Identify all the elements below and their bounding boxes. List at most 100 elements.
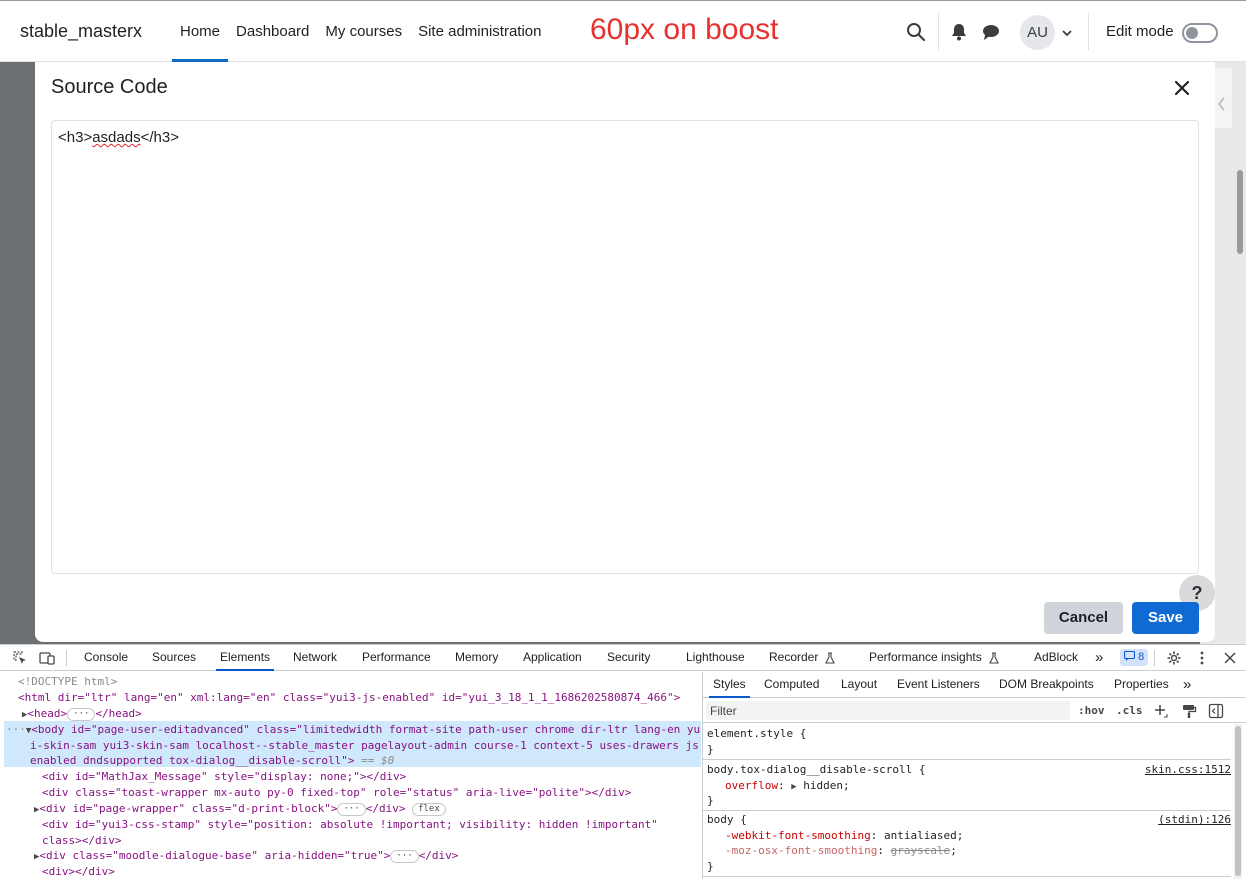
tab-memory[interactable]: Memory xyxy=(455,645,498,670)
dom-node-body-cont: enabled dndsupported tox-dialog__disable… xyxy=(30,753,394,769)
tag-text: <div class="moodle-dialogue-base" aria-h… xyxy=(39,849,391,862)
code-text-misspelled: asdads xyxy=(92,129,141,146)
flex-badge[interactable]: flex xyxy=(412,803,446,816)
cancel-button[interactable]: Cancel xyxy=(1044,602,1123,634)
nav-site-administration[interactable]: Site administration xyxy=(410,1,549,62)
rule-source-link[interactable]: skin.css:1512 xyxy=(1145,762,1231,778)
search-icon[interactable] xyxy=(906,22,926,42)
tab-styles[interactable]: Styles xyxy=(709,672,750,698)
style-declaration[interactable]: -webkit-font-smoothing: antialiased; xyxy=(725,828,963,844)
chat-icon[interactable] xyxy=(981,22,1001,42)
dom-node-toast[interactable]: <div class="toast-wrapper mx-auto py-0 f… xyxy=(42,785,631,801)
style-declaration-overridden[interactable]: -moz-osx-font-smoothing: grayscale; xyxy=(725,843,957,859)
settings-gear-icon[interactable] xyxy=(1166,650,1182,666)
code-text: </h3> xyxy=(140,129,179,146)
tab-recorder[interactable]: Recorder xyxy=(769,645,818,670)
flask-icon xyxy=(825,652,835,664)
tab-properties[interactable]: Properties xyxy=(1114,672,1169,697)
close-devtools-icon[interactable] xyxy=(1222,650,1238,666)
issues-count: 8 xyxy=(1138,651,1145,663)
tab-performance[interactable]: Performance xyxy=(362,645,431,670)
styles-filter-input[interactable] xyxy=(706,701,1070,720)
rule-divider xyxy=(703,876,1231,877)
tag-text: <body id="page-user-editadvanced" class=… xyxy=(31,723,701,736)
more-tabs-button[interactable]: » xyxy=(1095,645,1103,670)
collapsed-ellipsis[interactable]: ··· xyxy=(67,708,96,721)
new-style-rule-icon[interactable] xyxy=(1153,703,1169,719)
style-declaration[interactable]: overflow: ▶ hidden; xyxy=(725,778,850,796)
rule-divider xyxy=(703,810,1231,811)
tab-event-listeners[interactable]: Event Listeners xyxy=(897,672,980,697)
tab-computed[interactable]: Computed xyxy=(764,672,819,697)
dom-node-html[interactable]: <html dir="ltr" lang="en" xml:lang="en" … xyxy=(18,690,680,706)
primary-navigation: Home Dashboard My courses Site administr… xyxy=(172,1,550,62)
device-toolbar-icon[interactable] xyxy=(39,650,55,666)
tag-text: </head> xyxy=(95,707,142,720)
rule-element-style[interactable]: element.style { xyxy=(707,726,806,742)
code-text: <h3> xyxy=(58,129,93,146)
collapsed-ellipsis[interactable]: ··· xyxy=(390,850,419,863)
inspect-element-icon[interactable] xyxy=(12,650,28,666)
class-toggle[interactable]: .cls xyxy=(1116,704,1143,717)
more-panes-button[interactable]: » xyxy=(1183,672,1191,697)
tag-text: <div id="page-wrapper" class="d-print-bl… xyxy=(39,802,338,815)
expand-arrow-icon[interactable]: ▶ xyxy=(791,782,796,792)
chevron-down-icon[interactable] xyxy=(1060,26,1074,40)
tab-lighthouse[interactable]: Lighthouse xyxy=(686,645,745,670)
styles-tab-bar: Styles Computed Layout Event Listeners D… xyxy=(703,672,1246,698)
tab-console[interactable]: Console xyxy=(84,645,128,670)
paint-roller-icon[interactable] xyxy=(1181,703,1197,719)
dom-node-doctype[interactable]: <!DOCTYPE html> xyxy=(18,674,117,690)
source-code-textarea[interactable]: <h3>asdads</h3> xyxy=(51,120,1199,574)
tab-sources[interactable]: Sources xyxy=(152,645,196,670)
property-name: -moz-osx-font-smoothing xyxy=(725,844,878,858)
tab-application[interactable]: Application xyxy=(523,645,582,670)
nav-my-courses[interactable]: My courses xyxy=(317,1,410,62)
dom-node-head[interactable]: ▶<head> ··· </head> xyxy=(22,706,142,724)
edit-mode-toggle[interactable] xyxy=(1182,23,1218,43)
issues-badge[interactable]: 8 xyxy=(1120,649,1149,666)
dom-node-css-stamp[interactable]: <div id="yui3-css-stamp" style="position… xyxy=(42,817,658,833)
tab-layout[interactable]: Layout xyxy=(841,672,877,697)
dom-node-page-wrapper[interactable]: ▶<div id="page-wrapper" class="d-print-b… xyxy=(34,801,446,819)
rule-selector[interactable]: body { xyxy=(707,812,747,828)
close-icon[interactable] xyxy=(1170,76,1194,100)
rule-selector[interactable]: body.tox-dialog__disable-scroll { xyxy=(707,762,926,778)
rule-close: } xyxy=(707,859,714,873)
nav-dashboard[interactable]: Dashboard xyxy=(228,1,317,62)
styles-pane: Styles Computed Layout Event Listeners D… xyxy=(702,672,1246,879)
dom-node-dialogue-base[interactable]: ▶<div class="moodle-dialogue-base" aria-… xyxy=(34,848,458,866)
tab-dom-breakpoints[interactable]: DOM Breakpoints xyxy=(999,672,1094,697)
site-brand[interactable]: stable_masterx xyxy=(20,21,142,42)
styles-scrollbar[interactable] xyxy=(1234,724,1242,879)
flask-icon xyxy=(989,652,999,664)
tag-text: <head> xyxy=(27,707,68,720)
tag-text: </div> xyxy=(365,802,406,815)
rule-close: } xyxy=(707,794,714,808)
property-value: antialiased; xyxy=(883,828,964,842)
page-scrollbar[interactable] xyxy=(1237,170,1243,254)
drawer-toggle[interactable] xyxy=(1214,68,1232,128)
node-actions-icon[interactable]: ··· xyxy=(6,723,26,736)
source-code-dialog: Source Code <h3>asdads</h3> ? Cancel Sav… xyxy=(35,62,1215,642)
dialog-title: Source Code xyxy=(51,76,168,98)
property-value: grayscale xyxy=(890,844,951,858)
user-avatar[interactable]: AU xyxy=(1020,15,1055,50)
save-button[interactable]: Save xyxy=(1132,602,1199,634)
rule-source-link[interactable]: (stdin):126 xyxy=(1158,812,1231,828)
tab-network[interactable]: Network xyxy=(293,645,337,670)
collapsed-ellipsis[interactable]: ··· xyxy=(337,803,366,816)
property-name: overflow xyxy=(725,778,778,792)
bell-icon[interactable] xyxy=(949,22,969,42)
tab-security[interactable]: Security xyxy=(607,645,650,670)
nav-home[interactable]: Home xyxy=(172,1,229,62)
tab-elements[interactable]: Elements xyxy=(215,645,275,671)
tab-performance-insights[interactable]: Performance insights xyxy=(869,645,982,670)
more-options-icon[interactable] xyxy=(1194,650,1210,666)
dom-node-empty-div[interactable]: <div></div> xyxy=(42,864,115,879)
toggle-sidebar-icon[interactable] xyxy=(1208,703,1224,719)
dom-node-mathjax[interactable]: <div id="MathJax_Message" style="display… xyxy=(42,769,406,785)
message-icon xyxy=(1123,650,1136,661)
hover-state-toggle[interactable]: :hov xyxy=(1078,704,1105,717)
tab-adblock[interactable]: AdBlock xyxy=(1034,645,1078,670)
